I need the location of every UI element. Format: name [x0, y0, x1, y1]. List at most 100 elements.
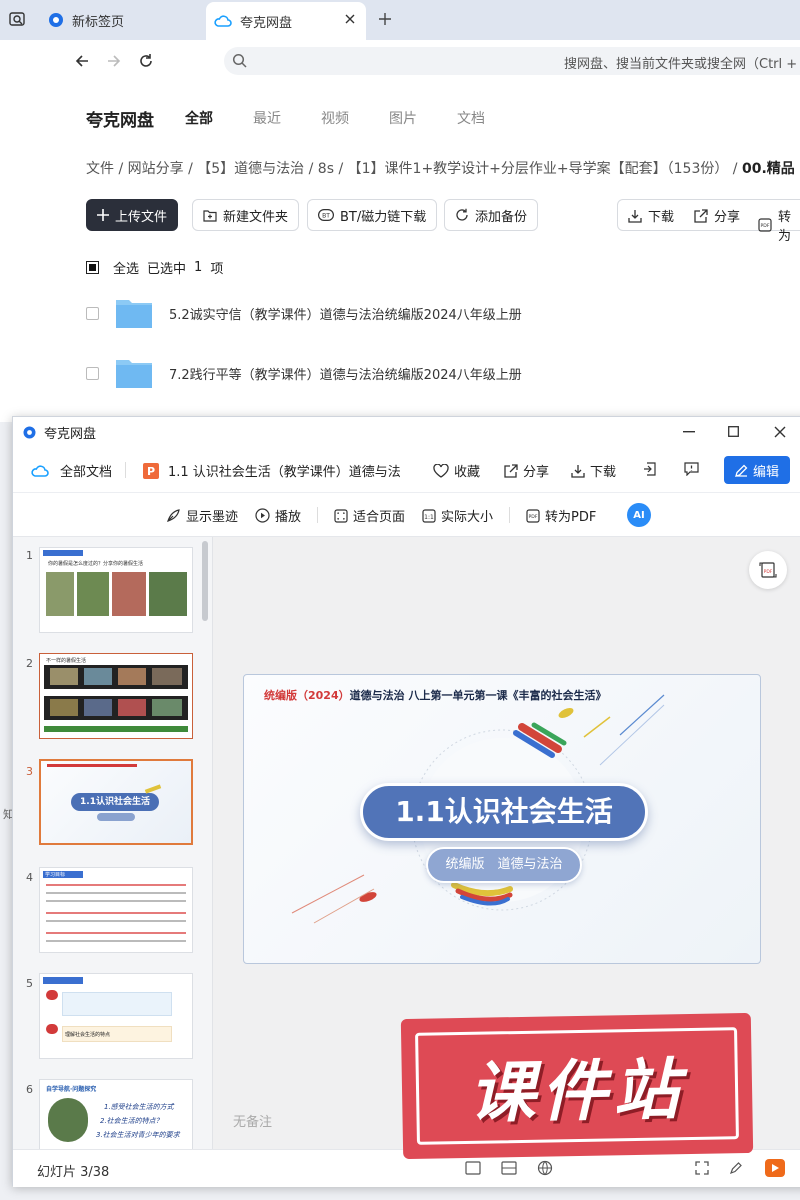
- browser-tab-bar: 新标签页 夸克网盘: [0, 0, 800, 40]
- play-button[interactable]: 播放: [255, 506, 301, 525]
- thumb-box: [62, 992, 172, 1016]
- file-row[interactable]: 7.2践行平等（教学课件）道德与法治统编版2024八年级上册: [86, 348, 800, 398]
- convert-pdf-button[interactable]: PDF 转为: [758, 206, 800, 244]
- feedback-icon[interactable]: [684, 462, 699, 476]
- minimize-icon[interactable]: [683, 431, 695, 433]
- convert-pdf-float-button[interactable]: PDF: [749, 551, 787, 589]
- thumb-photo: [48, 1098, 88, 1142]
- thumb-photo: [152, 699, 182, 716]
- close-window-icon[interactable]: [774, 426, 786, 438]
- slide-thumbnail-3-selected[interactable]: 1.1认识社会生活: [39, 759, 193, 845]
- breadcrumb-item[interactable]: 【1】课件1+教学设计+分层作业+导学案【配套】（153份）: [348, 161, 729, 177]
- actual-size-button[interactable]: 1:1 实际大小: [422, 506, 493, 525]
- nav-tab-recent[interactable]: 最近: [253, 108, 281, 128]
- select-all-checkbox[interactable]: [86, 261, 99, 274]
- breadcrumb-item[interactable]: 【5】道德与法治: [197, 161, 304, 177]
- favorite-label: 收藏: [454, 465, 481, 480]
- web-view-icon[interactable]: [537, 1160, 553, 1176]
- notes-placeholder: 无备注: [233, 1115, 273, 1130]
- tab-search-icon[interactable]: [8, 10, 26, 28]
- breadcrumb-item[interactable]: 网站分享: [128, 161, 184, 177]
- thumb-photo: [118, 699, 146, 716]
- watermark-stamp: 课件站: [400, 1012, 754, 1160]
- nav-tab-document[interactable]: 文档: [457, 108, 485, 128]
- thumb-header: [47, 764, 137, 767]
- convert-to-pdf-button[interactable]: PDF 转为PDF: [526, 506, 596, 525]
- slide-thumbnail-1[interactable]: 你的暑假是怎么度过的？分享你的暑假生活: [39, 547, 193, 633]
- play-label: 播放: [275, 510, 302, 525]
- slide-subtitle: 统编版 道德与法治: [426, 847, 582, 883]
- slide-thumbnail-2[interactable]: 不一样的暑假生活: [39, 653, 193, 739]
- file-name[interactable]: 7.2践行平等（教学课件）道德与法治统编版2024八年级上册: [169, 364, 522, 383]
- new-folder-button[interactable]: 新建文件夹: [192, 199, 300, 231]
- address-bar: 搜网盘、搜当前文件夹或搜全网（Ctrl + F: [0, 40, 800, 82]
- slideshow-play-button[interactable]: [765, 1159, 785, 1177]
- all-documents-button[interactable]: 全部文档: [31, 461, 112, 480]
- file-name[interactable]: 5.2诚实守信（教学课件）道德与法治统编版2024八年级上册: [169, 304, 522, 323]
- thumb-subtitle-pill: [97, 813, 135, 821]
- thumbnail-title: 1.1认识社会生活: [71, 793, 159, 811]
- thumbnail-title: 不一样的暑假生活: [46, 658, 87, 664]
- thumb-item: 2.社会生活的特点？: [100, 1117, 163, 1125]
- viewer-download-button[interactable]: 下载: [571, 461, 616, 480]
- forward-arrow-icon[interactable]: [106, 53, 122, 69]
- thumb-item: 1.感受社会生活的方式: [104, 1103, 174, 1111]
- thumbnail-title: 你的暑假是怎么度过的？分享你的暑假生活: [48, 561, 144, 567]
- ai-assistant-button[interactable]: AI: [627, 503, 651, 527]
- selection-bar: 全选 已选中 1 项: [86, 258, 223, 277]
- viewer-share-button[interactable]: 分享: [504, 461, 549, 480]
- bt-download-button[interactable]: BT BT/磁力链下载: [307, 199, 438, 231]
- search-input[interactable]: 搜网盘、搜当前文件夹或搜全网（Ctrl + F: [224, 47, 800, 75]
- slide-thumbnail-4[interactable]: 学习目标: [39, 867, 193, 953]
- slide-sorter-icon[interactable]: [501, 1161, 517, 1175]
- show-ink-button[interactable]: 显示墨迹: [166, 506, 238, 525]
- folder-icon: [115, 297, 153, 329]
- thumbnail-number: 6: [26, 1083, 33, 1096]
- normal-view-icon[interactable]: [465, 1161, 481, 1175]
- thumb-line: [46, 884, 186, 886]
- file-row[interactable]: 5.2诚实守信（教学课件）道德与法治统编版2024八年级上册: [86, 288, 800, 338]
- fullscreen-icon[interactable]: [695, 1161, 709, 1175]
- svg-text:PDF: PDF: [529, 514, 538, 520]
- document-tab[interactable]: P 1.1 认识社会生活（教学课件）道德与法: [143, 461, 418, 480]
- thumb-photo: [149, 572, 187, 616]
- maximize-icon[interactable]: [728, 426, 739, 437]
- slide-thumbnail-6[interactable]: 自学导航·问题探究 1.感受社会生活的方式 2.社会生活的特点？ 3.社会生活对…: [39, 1079, 193, 1149]
- tab-quark-drive[interactable]: 夸克网盘: [206, 2, 366, 40]
- tab-new-tab[interactable]: 新标签页: [46, 4, 202, 36]
- fit-page-icon: [334, 508, 348, 523]
- nav-tab-image[interactable]: 图片: [389, 108, 417, 128]
- share-button[interactable]: 分享: [694, 206, 740, 225]
- tab-label: 夸克网盘: [240, 15, 293, 31]
- new-tab-plus-icon[interactable]: [378, 12, 392, 26]
- favorite-button[interactable]: 收藏: [433, 461, 480, 480]
- row-checkbox[interactable]: [86, 366, 99, 380]
- back-arrow-icon[interactable]: [74, 53, 90, 69]
- select-all-label[interactable]: 全选: [113, 258, 139, 277]
- watermark-text: 课件站: [415, 1027, 739, 1145]
- breadcrumb-item[interactable]: 8s: [318, 161, 334, 177]
- play-icon: [255, 508, 270, 523]
- pen-tool-icon[interactable]: [729, 1161, 743, 1175]
- thumb-photo: [50, 699, 78, 716]
- breadcrumb-item[interactable]: 文件: [86, 161, 114, 177]
- close-tab-icon[interactable]: [344, 13, 356, 25]
- add-backup-button[interactable]: 添加备份: [444, 199, 539, 231]
- quark-logo-icon: [23, 426, 36, 439]
- backup-refresh-icon: [455, 208, 469, 222]
- nav-tab-video[interactable]: 视频: [321, 108, 349, 128]
- edit-button[interactable]: 编辑: [724, 456, 790, 484]
- download-button[interactable]: 下载: [628, 206, 674, 225]
- fit-page-button[interactable]: 适合页面: [334, 506, 405, 525]
- search-placeholder: 搜网盘、搜当前文件夹或搜全网（Ctrl + F: [564, 57, 800, 72]
- nav-tab-all[interactable]: 全部: [185, 108, 213, 128]
- slide-thumbnail-5[interactable]: 理解社会生活的特点: [39, 973, 193, 1059]
- sidebar-scrollbar[interactable]: [202, 541, 208, 621]
- thumb-line: [46, 940, 186, 942]
- open-external-icon[interactable]: [643, 462, 657, 476]
- reload-icon[interactable]: [138, 53, 154, 69]
- pencil-icon: [735, 464, 748, 477]
- row-checkbox[interactable]: [86, 306, 99, 320]
- upload-button[interactable]: 上传文件: [86, 199, 179, 231]
- viewer-title-bar: 夸克网盘: [13, 417, 800, 447]
